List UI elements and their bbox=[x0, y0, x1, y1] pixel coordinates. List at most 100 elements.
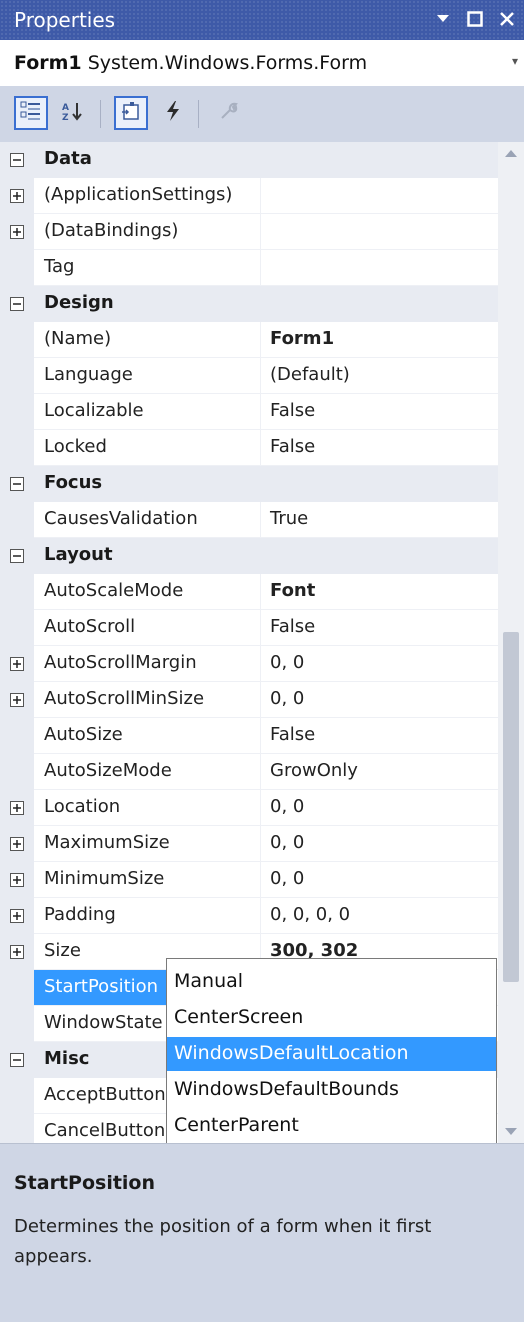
toolbar-separator bbox=[100, 100, 101, 128]
category-row[interactable]: Focus bbox=[0, 466, 498, 502]
property-name: Language bbox=[44, 364, 133, 385]
property-value[interactable]: True bbox=[270, 508, 308, 529]
expand-icon[interactable] bbox=[8, 835, 26, 853]
object-selector[interactable]: Form1 System.Windows.Forms.Form ▾ bbox=[0, 40, 524, 87]
category-label: Design bbox=[44, 292, 114, 313]
property-value[interactable]: False bbox=[270, 724, 315, 745]
category-label: Data bbox=[44, 148, 92, 169]
expand-icon[interactable] bbox=[8, 187, 26, 205]
property-row[interactable]: Localizable False bbox=[0, 394, 498, 430]
property-value[interactable]: 0, 0 bbox=[270, 868, 304, 889]
property-name: (ApplicationSettings) bbox=[44, 184, 233, 205]
properties-button[interactable] bbox=[114, 96, 148, 130]
property-row[interactable]: AutoScrollMinSize 0, 0 bbox=[0, 682, 498, 718]
property-row[interactable]: (Name) Form1 bbox=[0, 322, 498, 358]
dropdown-option[interactable]: Manual bbox=[167, 965, 496, 999]
property-row[interactable]: (DataBindings) bbox=[0, 214, 498, 250]
category-row[interactable]: Design bbox=[0, 286, 498, 322]
property-row[interactable]: MaximumSize 0, 0 bbox=[0, 826, 498, 862]
events-icon bbox=[164, 100, 182, 126]
alphabetical-button[interactable]: A Z bbox=[56, 96, 90, 130]
property-name: MinimumSize bbox=[44, 868, 165, 889]
category-row[interactable]: Data bbox=[0, 142, 498, 178]
column-divider bbox=[260, 430, 261, 466]
property-name: AcceptButton bbox=[44, 1084, 166, 1105]
expand-icon[interactable] bbox=[8, 943, 26, 961]
property-row[interactable]: AutoScaleMode Font bbox=[0, 574, 498, 610]
property-value[interactable]: False bbox=[270, 616, 315, 637]
category-row[interactable]: Layout bbox=[0, 538, 498, 574]
property-row[interactable]: (ApplicationSettings) bbox=[0, 178, 498, 214]
row-gutter bbox=[0, 502, 34, 538]
dropdown-option-label: CenterParent bbox=[174, 1114, 299, 1136]
expand-icon[interactable] bbox=[8, 871, 26, 889]
maximize-icon[interactable] bbox=[464, 6, 486, 32]
property-value[interactable]: 0, 0 bbox=[270, 688, 304, 709]
column-divider bbox=[260, 862, 261, 898]
vertical-scrollbar[interactable] bbox=[498, 142, 524, 1143]
expand-icon[interactable] bbox=[8, 691, 26, 709]
property-value[interactable]: False bbox=[270, 436, 315, 457]
property-value[interactable]: 0, 0 bbox=[270, 652, 304, 673]
property-row[interactable]: CausesValidation True bbox=[0, 502, 498, 538]
collapse-icon[interactable] bbox=[8, 547, 26, 565]
collapse-icon[interactable] bbox=[8, 151, 26, 169]
expand-icon[interactable] bbox=[8, 907, 26, 925]
row-gutter bbox=[0, 358, 34, 394]
dropdown-option[interactable]: CenterParent bbox=[167, 1109, 496, 1143]
collapse-icon[interactable] bbox=[8, 475, 26, 493]
property-value[interactable]: 0, 0 bbox=[270, 832, 304, 853]
scroll-up-icon[interactable] bbox=[505, 150, 517, 157]
property-value[interactable]: False bbox=[270, 400, 315, 421]
property-row[interactable]: Padding 0, 0, 0, 0 bbox=[0, 898, 498, 934]
object-selector-dropdown-icon[interactable]: ▾ bbox=[512, 54, 518, 68]
property-row[interactable]: Tag bbox=[0, 250, 498, 286]
column-divider bbox=[260, 646, 261, 682]
property-value[interactable]: 0, 0, 0, 0 bbox=[270, 904, 350, 925]
property-row[interactable]: Language (Default) bbox=[0, 358, 498, 394]
expand-icon[interactable] bbox=[8, 655, 26, 673]
scroll-thumb[interactable] bbox=[503, 632, 519, 982]
description-pane: StartPosition Determines the position of… bbox=[0, 1143, 524, 1322]
property-row[interactable]: MinimumSize 0, 0 bbox=[0, 862, 498, 898]
window-position-dropdown-icon[interactable] bbox=[432, 6, 454, 32]
scroll-down-icon[interactable] bbox=[505, 1128, 517, 1135]
dropdown-option[interactable]: WindowsDefaultBounds bbox=[167, 1073, 496, 1107]
property-row[interactable]: AutoSizeMode GrowOnly bbox=[0, 754, 498, 790]
column-divider bbox=[260, 502, 261, 538]
property-name: Tag bbox=[44, 256, 75, 277]
column-divider bbox=[260, 322, 261, 358]
property-pages-button[interactable] bbox=[212, 96, 246, 130]
dropdown-option[interactable]: CenterScreen bbox=[167, 1001, 496, 1035]
selected-object: Form1 System.Windows.Forms.Form bbox=[14, 52, 367, 74]
property-row[interactable]: AutoScroll False bbox=[0, 610, 498, 646]
property-row[interactable]: AutoScrollMargin 0, 0 bbox=[0, 646, 498, 682]
description-title: StartPosition bbox=[14, 1172, 156, 1194]
row-gutter bbox=[0, 718, 34, 754]
property-value[interactable]: (Default) bbox=[270, 364, 350, 385]
property-row[interactable]: Locked False bbox=[0, 430, 498, 466]
collapse-icon[interactable] bbox=[8, 295, 26, 313]
dropdown-option[interactable]: WindowsDefaultLocation bbox=[167, 1037, 496, 1071]
collapse-icon[interactable] bbox=[8, 1051, 26, 1069]
categorized-button[interactable] bbox=[14, 96, 48, 130]
property-name: Location bbox=[44, 796, 121, 817]
property-name: AutoSizeMode bbox=[44, 760, 172, 781]
property-value[interactable]: Font bbox=[270, 580, 315, 601]
property-value[interactable]: GrowOnly bbox=[270, 760, 358, 781]
expand-icon[interactable] bbox=[8, 799, 26, 817]
property-name: MaximumSize bbox=[44, 832, 170, 853]
object-type: System.Windows.Forms.Form bbox=[87, 52, 368, 74]
expand-icon[interactable] bbox=[8, 223, 26, 241]
property-row[interactable]: AutoSize False bbox=[0, 718, 498, 754]
row-gutter bbox=[0, 610, 34, 646]
property-name: CausesValidation bbox=[44, 508, 198, 529]
events-button[interactable] bbox=[156, 96, 190, 130]
property-value[interactable]: Form1 bbox=[270, 328, 334, 349]
close-icon[interactable] bbox=[496, 6, 518, 32]
dropdown-option-label: CenterScreen bbox=[174, 1006, 304, 1028]
property-name: CancelButton bbox=[44, 1120, 166, 1141]
row-gutter bbox=[0, 574, 34, 610]
property-value[interactable]: 0, 0 bbox=[270, 796, 304, 817]
property-row[interactable]: Location 0, 0 bbox=[0, 790, 498, 826]
